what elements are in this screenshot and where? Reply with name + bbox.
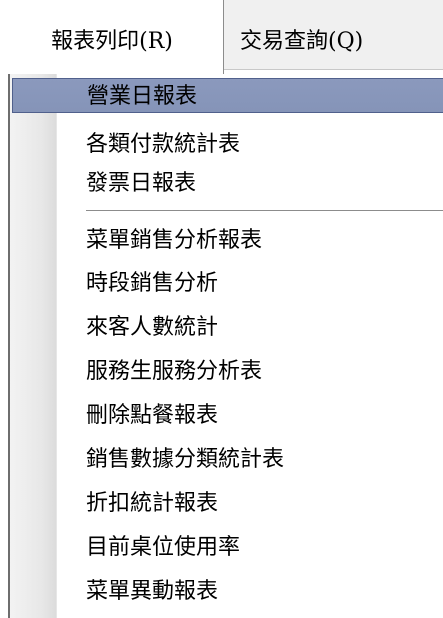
menu-transaction-query[interactable]: 交易查詢(Q) <box>224 0 443 72</box>
menu-item-menu-sales-analysis[interactable]: 菜單銷售分析報表 <box>12 223 443 258</box>
menu-separator-highlight <box>86 211 443 212</box>
menu-item-daily-business-report[interactable]: 營業日報表 <box>12 78 443 113</box>
menu-item-sales-category-statistics[interactable]: 銷售數據分類統計表 <box>12 442 443 477</box>
menu-report-print[interactable]: 報表列印(R) <box>0 0 224 74</box>
menu-item-time-period-sales[interactable]: 時段銷售分析 <box>12 266 443 301</box>
menu-item-menu-change-report[interactable]: 菜單異動報表 <box>12 574 443 609</box>
menu-bar: 報表列印(R) 交易查詢(Q) <box>0 0 443 74</box>
menu-item-discount-statistics[interactable]: 折扣統計報表 <box>12 486 443 521</box>
menu-item-table-usage-rate[interactable]: 目前桌位使用率 <box>12 530 443 565</box>
menu-item-payment-type-statistics[interactable]: 各類付款統計表 <box>12 127 443 162</box>
menu-item-deleted-orders-report[interactable]: 刪除點餐報表 <box>12 398 443 433</box>
menu-item-daily-invoice-report[interactable]: 發票日報表 <box>12 166 443 201</box>
report-print-dropdown: 營業日報表 各類付款統計表 發票日報表 菜單銷售分析報表 時段銷售分析 來客人數… <box>8 72 443 618</box>
menu-item-customer-count[interactable]: 來客人數統計 <box>12 310 443 345</box>
menu-item-waiter-service-analysis[interactable]: 服務生服務分析表 <box>12 354 443 389</box>
